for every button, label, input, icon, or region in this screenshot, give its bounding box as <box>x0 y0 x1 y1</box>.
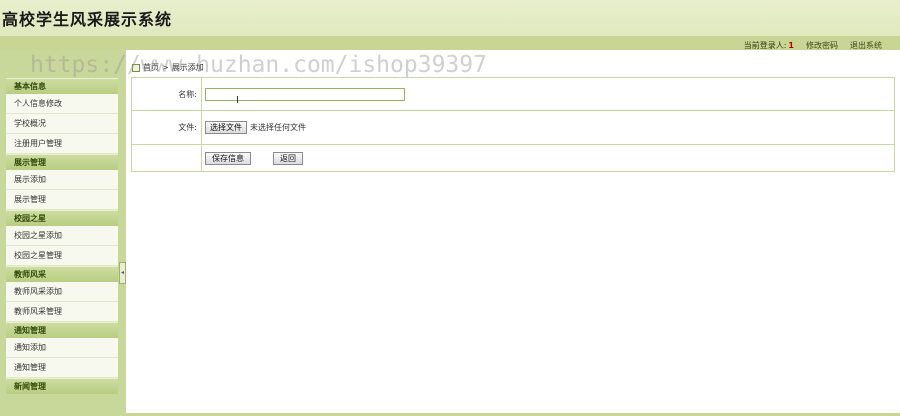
nav-group-campus-star[interactable]: 校园之星 <box>6 210 118 226</box>
name-label: 名称: <box>131 77 202 111</box>
nav-group-basic-info[interactable]: 基本信息 <box>6 78 118 94</box>
nav-item-user-management[interactable]: 注册用户管理 <box>6 134 118 154</box>
breadcrumb-icon <box>132 63 140 72</box>
nav-item-teacher-manage[interactable]: 教师风采管理 <box>6 302 118 322</box>
nav-item-campus-star-add[interactable]: 校园之星添加 <box>6 226 118 246</box>
form-row-name: 名称: <box>131 77 895 111</box>
nav-item-notice-add[interactable]: 通知添加 <box>6 338 118 358</box>
save-button[interactable]: 保存信息 <box>205 151 251 165</box>
nav-item-showcase-manage[interactable]: 展示管理 <box>6 190 118 210</box>
name-cell <box>201 77 895 111</box>
name-input[interactable] <box>205 87 405 101</box>
back-button[interactable]: 返回 <box>273 151 303 165</box>
current-user-label: 当前登录人: <box>743 41 787 50</box>
nav-item-profile-edit[interactable]: 个人信息修改 <box>6 94 118 114</box>
breadcrumb: 首页 > 展示添加 <box>132 62 204 73</box>
top-bar: 当前登录人: 1 修改密码 退出系统 <box>0 36 900 50</box>
current-user-value: 1 <box>788 41 794 50</box>
nav-item-teacher-add[interactable]: 教师风采添加 <box>6 282 118 302</box>
file-status: 未选择任何文件 <box>250 123 306 132</box>
nav-group-teacher[interactable]: 教师风采 <box>6 266 118 282</box>
showcase-form: 名称: 文件: 选择文件 未选择任何文件 保存信息 返回 <box>131 77 895 172</box>
sidebar-menu: 基本信息 个人信息修改 学校概况 注册用户管理 展示管理 展示添加 展示管理 校… <box>6 78 118 394</box>
app-title: 高校学生风采展示系统 <box>2 10 173 29</box>
main-content: 首页 > 展示添加 名称: 文件: 选择文件 未选择任何文件 保存信息 返回 <box>126 50 900 416</box>
nav-group-showcase[interactable]: 展示管理 <box>6 154 118 170</box>
breadcrumb-current: 展示添加 <box>171 63 204 72</box>
nav-group-notice[interactable]: 通知管理 <box>6 322 118 338</box>
form-row-actions: 保存信息 返回 <box>131 144 895 172</box>
actions-cell: 保存信息 返回 <box>201 144 895 172</box>
nav-group-news[interactable]: 新闻管理 <box>6 378 118 394</box>
form-row-file: 文件: 选择文件 未选择任何文件 <box>131 110 895 145</box>
nav-item-showcase-add[interactable]: 展示添加 <box>6 170 118 190</box>
file-label: 文件: <box>131 110 202 145</box>
nav-item-school-overview[interactable]: 学校概况 <box>6 114 118 134</box>
sidebar-collapse-handle[interactable]: ◂ <box>119 262 126 284</box>
app-header: 高校学生风采展示系统 <box>0 0 900 36</box>
breadcrumb-separator: > <box>162 63 169 72</box>
nav-item-campus-star-manage[interactable]: 校园之星管理 <box>6 246 118 266</box>
file-cell: 选择文件 未选择任何文件 <box>201 110 895 145</box>
sidebar: 基本信息 个人信息修改 学校概况 注册用户管理 展示管理 展示添加 展示管理 校… <box>0 50 126 416</box>
choose-file-button[interactable]: 选择文件 <box>205 121 247 134</box>
text-cursor-icon: I <box>236 95 239 106</box>
nav-item-notice-manage[interactable]: 通知管理 <box>6 358 118 378</box>
breadcrumb-home[interactable]: 首页 <box>143 62 159 73</box>
actions-label <box>131 144 202 172</box>
